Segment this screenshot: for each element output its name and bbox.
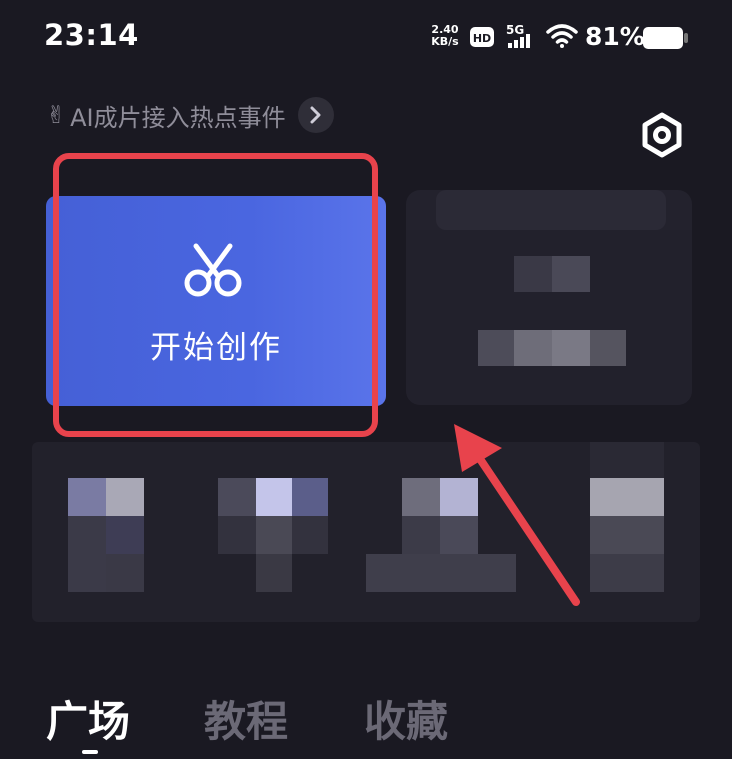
mosaic-block [552,330,590,366]
mosaic-block [106,478,144,516]
mosaic-block [478,330,514,366]
active-tab-indicator [82,750,98,754]
chevron-right-icon[interactable] [297,97,334,133]
wifi-icon [546,24,578,48]
blurred-template-card[interactable] [406,190,692,405]
tab-favorites[interactable]: 收藏 [364,688,448,749]
mosaic-block [514,330,552,366]
mosaic-block [402,478,440,516]
hd-badge: HD [470,27,494,47]
mosaic-block [436,190,666,230]
mosaic-block [552,256,590,292]
settings-icon[interactable] [640,112,684,158]
mosaic-block [256,554,292,592]
network-speed: 2.40 KB/s [428,24,462,48]
battery-percent: 81% [585,22,645,51]
mosaic-block [106,516,144,554]
mosaic-block [256,478,292,516]
victory-hand-icon: ✌ [46,101,67,129]
mosaic-block [292,478,328,516]
hot-event-banner[interactable]: ✌ AI成片接入热点事件 [46,96,334,134]
mosaic-block [590,330,626,366]
red-arrow-annotation [454,424,580,606]
mosaic-block [256,516,292,554]
mosaic-block [106,554,144,592]
highlight-box [53,153,378,437]
mosaic-block [68,516,106,592]
hot-event-text: AI成片接入热点事件 [70,103,286,132]
tab-tutorial[interactable]: 教程 [204,688,288,749]
signal-icon [508,34,530,48]
mosaic-block [514,256,552,292]
mosaic-block [68,478,106,516]
battery-icon [643,27,688,49]
mosaic-block [590,478,664,516]
tab-square[interactable]: 广场 [46,688,130,749]
network-speed-unit: KB/s [431,35,459,48]
mosaic-block [590,442,664,478]
status-time: 23:14 [44,18,139,52]
mosaic-block [590,516,664,554]
mosaic-block [218,478,256,516]
mosaic-block [590,554,664,592]
template-row[interactable] [32,442,700,622]
